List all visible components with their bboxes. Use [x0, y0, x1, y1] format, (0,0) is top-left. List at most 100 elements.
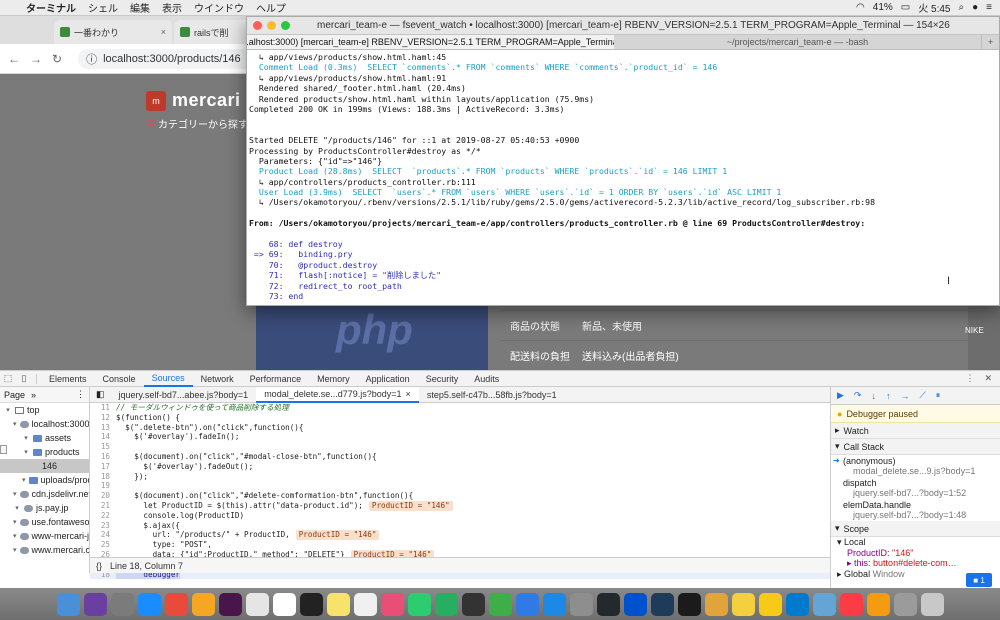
line-number[interactable]: 21: [90, 501, 116, 511]
close-window-icon[interactable]: [253, 21, 262, 30]
forward-arrow-icon[interactable]: →: [30, 52, 42, 66]
line-number[interactable]: 15: [90, 442, 116, 452]
tree-item[interactable]: ▾ assets: [0, 431, 89, 445]
pause-on-exceptions-icon[interactable]: ⏸: [936, 390, 941, 401]
scope-variable[interactable]: ▸ this: button#delete-com…: [831, 558, 1000, 569]
menu-shell[interactable]: シェル: [84, 0, 126, 15]
back-arrow-icon[interactable]: ←: [8, 52, 20, 66]
device-toolbar-icon[interactable]: ▯: [16, 373, 32, 384]
code-line[interactable]: 23 $.ajax({: [90, 521, 830, 531]
line-number[interactable]: 16: [90, 452, 116, 462]
tree-item[interactable]: ▾ js.pay.jp: [0, 501, 89, 515]
scope-section-header[interactable]: ▾ Scope: [831, 521, 1000, 537]
terminal-tab-active[interactable]: ...alhost:3000) [mercari_team-e] RBENV_V…: [247, 35, 614, 49]
category-link[interactable]: ☰ カテゴリーから探す: [146, 116, 248, 131]
code-line[interactable]: 20 $(document).on("click","#delete-comfo…: [90, 491, 830, 501]
tree-item[interactable]: ▾ uploads/prod: [0, 473, 89, 487]
dock-slack-icon[interactable]: [218, 592, 242, 616]
tab-memory[interactable]: Memory: [309, 371, 358, 387]
step-out-icon[interactable]: ↑: [886, 391, 891, 401]
scope-variable[interactable]: ProductID: "146": [831, 548, 1000, 558]
step-icon[interactable]: →: [900, 391, 909, 401]
issues-badge[interactable]: ■ 1: [966, 573, 992, 587]
tab-performance[interactable]: Performance: [242, 371, 310, 387]
call-frame[interactable]: elemData.handle jquery.self-bd7...?body=1…: [831, 499, 1000, 521]
dock-notes-icon[interactable]: [326, 592, 350, 616]
product-image[interactable]: php: [256, 306, 488, 370]
dock-launchpad-icon[interactable]: [110, 592, 134, 616]
dock-settings-icon[interactable]: [569, 592, 593, 616]
wifi-icon[interactable]: ◠: [856, 2, 865, 13]
dock-photos-icon[interactable]: [191, 592, 215, 616]
tab-network[interactable]: Network: [193, 371, 242, 387]
code-line[interactable]: 24 url: "/products/" + ProductID, Product…: [90, 530, 830, 541]
inspect-element-icon[interactable]: ⬚: [0, 373, 16, 384]
dock-reminders-icon[interactable]: [353, 592, 377, 616]
dock-books-icon[interactable]: [866, 592, 890, 616]
dock-preview-icon[interactable]: [812, 592, 836, 616]
close-icon[interactable]: ✕: [984, 373, 992, 384]
dock-terminal2-icon[interactable]: [461, 592, 485, 616]
terminal-output[interactable]: ↳ app/views/products/show.html.haml:45 C…: [247, 50, 999, 306]
menu-window[interactable]: ウインドウ: [190, 0, 252, 15]
tab-application[interactable]: Application: [358, 371, 418, 387]
tree-item[interactable]: ▾ top: [0, 403, 89, 417]
code-line[interactable]: 18 });: [90, 472, 830, 482]
watch-section-header[interactable]: ▸ Watch: [831, 423, 1000, 439]
menu-edit[interactable]: 編集: [126, 0, 158, 15]
line-number[interactable]: 14: [90, 432, 116, 442]
code-line[interactable]: 19: [90, 481, 830, 491]
code-line[interactable]: 21 let ProductID = $(this).attr("data-pr…: [90, 500, 830, 511]
line-number[interactable]: 18: [90, 472, 116, 482]
step-over-icon[interactable]: ↷: [854, 390, 862, 401]
battery-percent[interactable]: 41%: [873, 2, 893, 13]
more-tabs-icon[interactable]: »: [31, 390, 36, 400]
new-tab-icon[interactable]: +: [981, 35, 999, 49]
info-icon[interactable]: ⓘ: [86, 51, 97, 67]
battery-icon[interactable]: ▭: [901, 2, 910, 13]
menu-help[interactable]: ヘルプ: [252, 0, 294, 15]
dock-clock-icon[interactable]: [299, 592, 323, 616]
tree-item[interactable]: ▾ localhost:3000: [0, 417, 89, 431]
dock-sourcetree-icon[interactable]: [623, 592, 647, 616]
code-line[interactable]: 12 $(function() {: [90, 413, 830, 423]
scope-local-header[interactable]: ▾ Local: [831, 537, 1000, 548]
more-options-icon[interactable]: ⋮: [965, 373, 974, 384]
line-number[interactable]: 12: [90, 413, 116, 423]
code-line[interactable]: 13 $(".delete-btn").on("click",function(…: [90, 423, 830, 433]
code-lines[interactable]: 11// モーダルウィンドゥを使って商品削除する処理 12 $(function()…: [90, 403, 830, 580]
editor-tab-active[interactable]: modal_delete.se...d779.js?body=1 ×: [256, 386, 419, 403]
tab-sources[interactable]: Sources: [143, 371, 193, 387]
clock[interactable]: 火 5:45: [918, 0, 950, 15]
dock-messages-icon[interactable]: [407, 592, 431, 616]
line-number[interactable]: 23: [90, 521, 116, 531]
dock-appstore-icon[interactable]: [542, 592, 566, 616]
toggle-navigator-icon[interactable]: ◧: [90, 389, 111, 400]
dock-duck-icon[interactable]: [758, 592, 782, 616]
line-number[interactable]: 11: [90, 403, 116, 413]
tab-audits[interactable]: Audits: [466, 371, 507, 387]
line-number[interactable]: 25: [90, 540, 116, 550]
dock-trash-icon[interactable]: [920, 592, 944, 616]
code-line[interactable]: 25 type: "POST",: [90, 540, 830, 550]
address-bar[interactable]: ⓘ localhost:3000/products/146: [78, 48, 259, 69]
dock-chrome-icon[interactable]: [164, 592, 188, 616]
editor-tab[interactable]: jquery.self-bd7...abee.js?body=1: [111, 387, 257, 403]
user-avatar-icon[interactable]: ●: [972, 2, 978, 13]
dock-finder-icon[interactable]: [56, 592, 80, 616]
line-number[interactable]: 20: [90, 491, 116, 501]
dock-numbers-icon[interactable]: [488, 592, 512, 616]
code-line[interactable]: 22 console.log(ProductID): [90, 511, 830, 521]
code-line[interactable]: 15: [90, 442, 830, 452]
reload-icon[interactable]: ↻: [52, 52, 62, 66]
dock-sketch-icon[interactable]: [704, 592, 728, 616]
mercari-logo[interactable]: m mercari: [146, 90, 241, 111]
line-number[interactable]: 19: [90, 481, 116, 491]
dock-siri-icon[interactable]: [83, 592, 107, 616]
resume-icon[interactable]: ▶︎: [837, 390, 844, 401]
call-frame[interactable]: dispatch jquery.self-bd7...?body=1:52: [831, 477, 1000, 499]
line-number[interactable]: 13: [90, 423, 116, 433]
tree-item[interactable]: ▾ cdn.jsdelivr.net: [0, 487, 89, 501]
menu-view[interactable]: 表示: [158, 0, 190, 15]
code-line[interactable]: 14 $('#overlay').fadeIn();: [90, 432, 830, 442]
